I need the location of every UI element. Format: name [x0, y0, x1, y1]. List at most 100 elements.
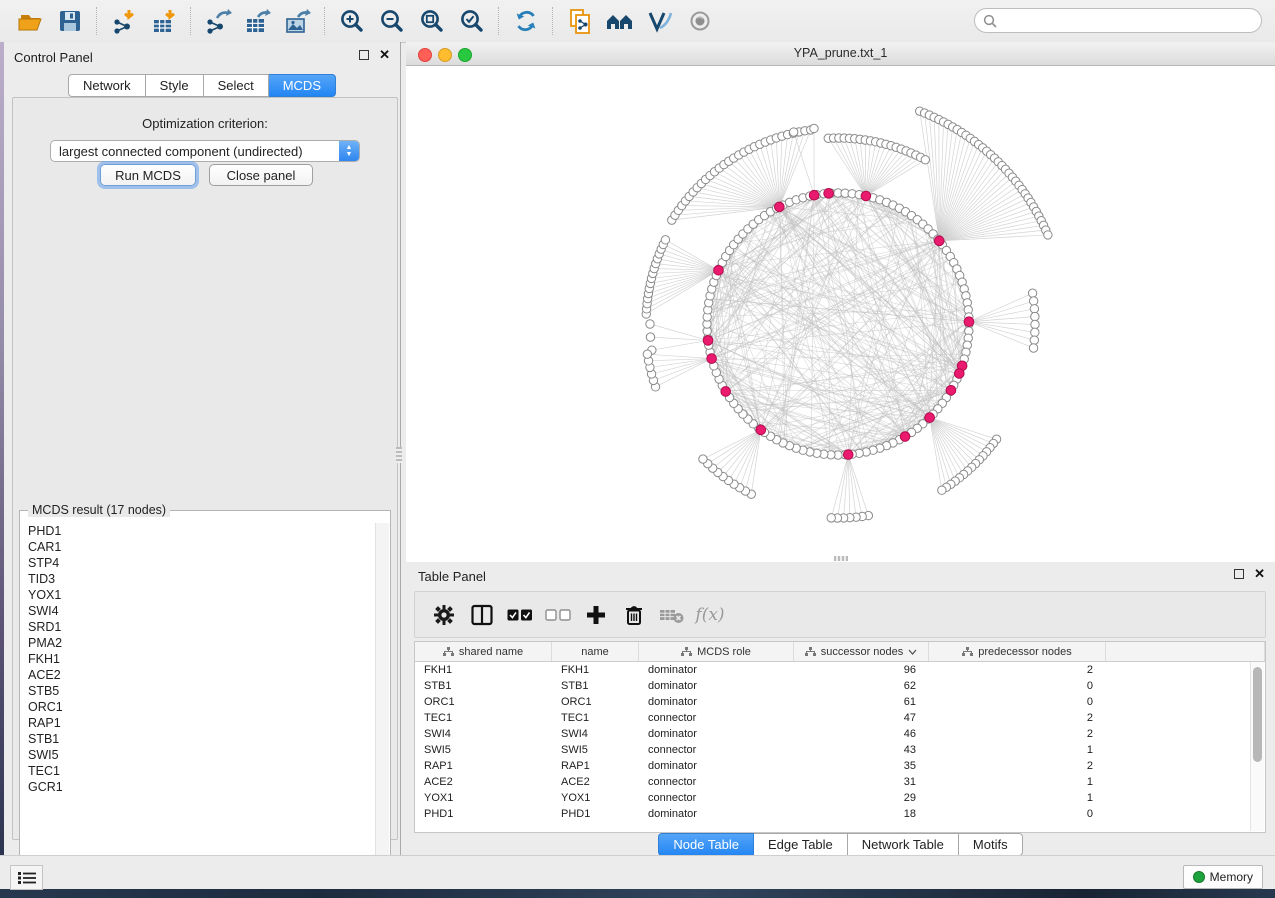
tab-edge-table[interactable]: Edge Table	[754, 833, 848, 856]
search-box[interactable]	[974, 8, 1262, 33]
function-builder-button[interactable]: f(x)	[691, 597, 729, 633]
zoom-fit-button[interactable]	[414, 4, 450, 38]
table-cell: connector	[639, 710, 794, 726]
table-cell: FKH1	[552, 662, 639, 678]
float-panel-icon[interactable]	[359, 50, 369, 60]
show-all-button[interactable]	[682, 4, 718, 38]
table-cell: STB1	[552, 678, 639, 694]
column-header-successor-nodes[interactable]: successor nodes	[794, 642, 929, 661]
column-label: MCDS role	[697, 646, 751, 658]
tab-node-table[interactable]: Node Table	[658, 833, 754, 856]
optimization-criterion-select[interactable]: largest connected component (undirected)…	[50, 140, 360, 162]
mcds-result-item[interactable]: FKH1	[21, 651, 375, 667]
table-row[interactable]: YOX1YOX1connector291	[415, 790, 1265, 806]
delete-column-button[interactable]	[615, 597, 653, 633]
export-image-button[interactable]	[280, 4, 316, 38]
deselect-all-button[interactable]	[539, 597, 577, 633]
table-row[interactable]: ACE2ACE2connector311	[415, 774, 1265, 790]
new-network-from-selection-button[interactable]	[562, 4, 598, 38]
select-all-button[interactable]	[501, 597, 539, 633]
table-divider-grip[interactable]	[834, 556, 848, 561]
hide-selected-button[interactable]	[642, 4, 678, 38]
table-row[interactable]: RAP1RAP1dominator352	[415, 758, 1265, 774]
tab-style[interactable]: Style	[146, 74, 204, 97]
mcds-result-item[interactable]: ORC1	[21, 699, 375, 715]
table-row[interactable]: FKH1FKH1dominator962	[415, 662, 1265, 678]
table-cell: 2	[929, 710, 1106, 726]
zoom-selected-button[interactable]	[454, 4, 490, 38]
zoom-out-button[interactable]	[374, 4, 410, 38]
run-mcds-button[interactable]: Run MCDS	[100, 164, 196, 186]
task-history-button[interactable]	[10, 865, 43, 890]
mcds-result-item[interactable]: SRD1	[21, 619, 375, 635]
tab-motifs[interactable]: Motifs	[959, 833, 1023, 856]
import-table-button[interactable]	[146, 4, 182, 38]
first-neighbors-button[interactable]	[602, 4, 638, 38]
table-cell: 0	[929, 806, 1106, 822]
toolbar-separator	[552, 7, 554, 35]
mcds-result-item[interactable]: PMA2	[21, 635, 375, 651]
mcds-result-item[interactable]: TEC1	[21, 763, 375, 779]
table-row[interactable]: ORC1ORC1dominator610	[415, 694, 1265, 710]
delete-table-button[interactable]	[653, 597, 691, 633]
mcds-result-item[interactable]: CAR1	[21, 539, 375, 555]
mcds-list-scrollbar[interactable]	[375, 523, 389, 881]
column-header-name[interactable]: name	[552, 642, 639, 661]
table-cell: connector	[639, 790, 794, 806]
mcds-result-item[interactable]: STB5	[21, 683, 375, 699]
table-row[interactable]: PHD1PHD1dominator180	[415, 806, 1265, 822]
table-scrollbar[interactable]	[1250, 662, 1264, 831]
trash-icon	[622, 603, 646, 627]
column-header-MCDS-role[interactable]: MCDS role	[639, 642, 794, 661]
search-input[interactable]	[1002, 13, 1261, 29]
tab-network-table[interactable]: Network Table	[848, 833, 959, 856]
close-panel-button[interactable]: Close panel	[209, 164, 313, 186]
mcds-result-item[interactable]: STB1	[21, 731, 375, 747]
table-scrollbar-thumb[interactable]	[1253, 667, 1262, 762]
table-row[interactable]: STB1STB1dominator620	[415, 678, 1265, 694]
column-header-shared-name[interactable]: shared name	[415, 642, 552, 661]
gear-icon	[432, 603, 456, 627]
tab-select[interactable]: Select	[204, 74, 269, 97]
add-column-button[interactable]	[577, 597, 615, 633]
table-cell: 1	[929, 790, 1106, 806]
table-cell: 29	[794, 790, 929, 806]
close-panel-icon[interactable]: ✕	[379, 50, 390, 60]
mcds-result-item[interactable]: RAP1	[21, 715, 375, 731]
panel-divider-grip[interactable]	[396, 447, 402, 463]
export-table-button[interactable]	[240, 4, 276, 38]
memory-button[interactable]: Memory	[1183, 865, 1263, 889]
mcds-result-item[interactable]: PHD1	[21, 523, 375, 539]
table-row[interactable]: TEC1TEC1connector472	[415, 710, 1265, 726]
tab-network[interactable]: Network	[68, 74, 146, 97]
mcds-result-item[interactable]: YOX1	[21, 587, 375, 603]
tab-mcds[interactable]: MCDS	[269, 74, 336, 97]
column-layout-button[interactable]	[463, 597, 501, 633]
mcds-result-item[interactable]: STP4	[21, 555, 375, 571]
table-row[interactable]: SWI4SWI4dominator462	[415, 726, 1265, 742]
mcds-result-item[interactable]: SWI5	[21, 747, 375, 763]
export-network-button[interactable]	[200, 4, 236, 38]
mcds-result-item[interactable]: TID3	[21, 571, 375, 587]
column-header-predecessor-nodes[interactable]: predecessor nodes	[929, 642, 1106, 661]
table-row[interactable]: SWI5SWI5connector431	[415, 742, 1265, 758]
column-label: name	[581, 646, 609, 658]
refresh-button[interactable]	[508, 4, 544, 38]
network-canvas[interactable]	[406, 66, 1275, 562]
table-settings-button[interactable]	[425, 597, 463, 633]
close-table-panel-icon[interactable]: ✕	[1254, 569, 1265, 579]
network-graph	[406, 66, 1275, 562]
open-file-button[interactable]	[12, 4, 48, 38]
table-cell: YOX1	[552, 790, 639, 806]
zoom-in-button[interactable]	[334, 4, 370, 38]
mcds-result-item[interactable]: SWI4	[21, 603, 375, 619]
export-table-icon	[244, 8, 272, 35]
import-network-button[interactable]	[106, 4, 142, 38]
toolbar-separator	[96, 7, 98, 35]
network-window-titlebar[interactable]: YPA_prune.txt_1	[406, 42, 1275, 66]
combo-arrows-icon: ▲▼	[339, 141, 359, 161]
mcds-result-item[interactable]: GCR1	[21, 779, 375, 795]
mcds-result-item[interactable]: ACE2	[21, 667, 375, 683]
save-session-button[interactable]	[52, 4, 88, 38]
float-table-panel-icon[interactable]	[1234, 569, 1244, 579]
